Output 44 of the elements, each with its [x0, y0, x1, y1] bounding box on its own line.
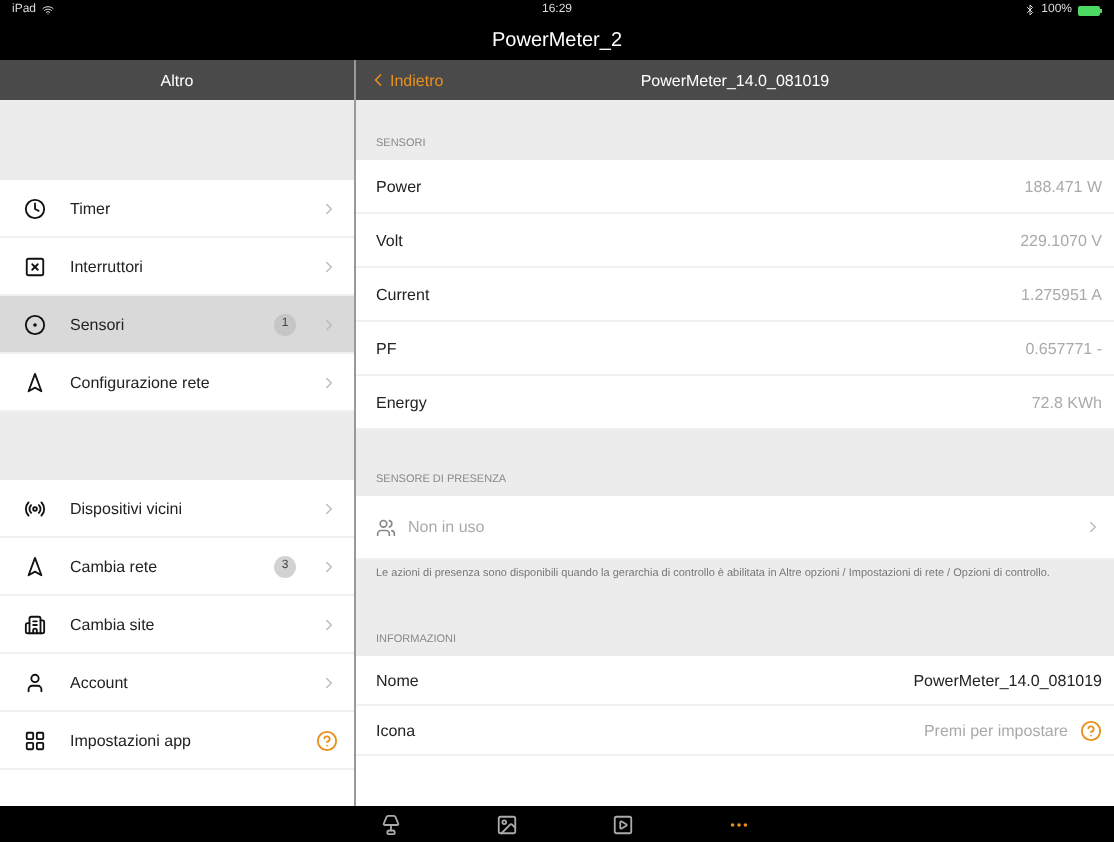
- sensor-value: 229.1070 V: [1020, 231, 1102, 249]
- sensor-value: 188.471 W: [1024, 177, 1102, 195]
- navigation-arrow-icon: [24, 555, 46, 577]
- battery-icon: [1078, 5, 1103, 15]
- chevron-icon: [1084, 518, 1102, 536]
- sensor-value: 0.657771 -: [1025, 339, 1102, 357]
- info-label: Nome: [376, 671, 421, 689]
- lamp-icon: [379, 813, 401, 835]
- info-value: PowerMeter_14.0_081019: [913, 671, 1102, 689]
- sensor-value: 1.275951 A: [1021, 285, 1102, 303]
- person-icon: [24, 671, 46, 693]
- chevron-icon: [320, 315, 338, 333]
- navigation-arrow-icon: [24, 371, 46, 393]
- chevron-icon: [320, 373, 338, 391]
- chevron-icon: [320, 673, 338, 691]
- picture-icon: [495, 813, 517, 835]
- play-icon: [611, 813, 633, 835]
- sensor-label: Current: [376, 285, 432, 303]
- wifi-icon: [42, 4, 55, 16]
- sensor-label: Energy: [376, 393, 429, 411]
- grid-icon: [24, 729, 46, 751]
- chevron-icon: [320, 199, 338, 217]
- square-cross-icon: [24, 255, 46, 277]
- back-link[interactable]: Indietro: [368, 60, 444, 100]
- detail-title: PowerMeter_14.0_081019: [640, 71, 830, 89]
- sensor-label: Volt: [376, 231, 405, 249]
- info-label: Icona: [376, 721, 418, 739]
- chevron-icon: [320, 499, 338, 517]
- tab-bar-item[interactable]: [608, 810, 636, 838]
- chevron-icon: [320, 615, 338, 633]
- sensor-value: 72.8 KWh: [1031, 393, 1102, 411]
- chevron-icon: [320, 557, 338, 575]
- sensor-label: Power: [376, 177, 424, 195]
- chevron-icon: [320, 257, 338, 275]
- people-icon: [376, 517, 396, 537]
- bluetooth-icon: [1023, 4, 1036, 16]
- radio-dot-icon: [24, 313, 46, 335]
- window-title: PowerMeter_2: [491, 29, 623, 51]
- info-value: Premi per impostare: [923, 721, 1068, 739]
- sensor-label: PF: [376, 339, 399, 357]
- building-icon: [24, 613, 46, 635]
- tab-bar-item[interactable]: [492, 810, 520, 838]
- clock-icon: [24, 197, 46, 219]
- sidebar-title: Altro: [160, 71, 194, 89]
